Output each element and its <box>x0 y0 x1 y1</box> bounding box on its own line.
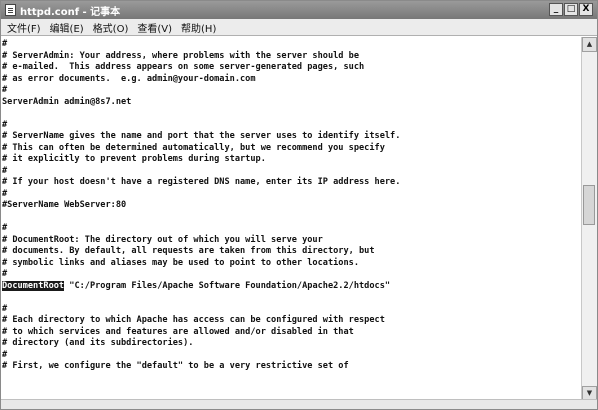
text-line <box>2 292 581 304</box>
text-line: # it explicitly to prevent problems duri… <box>2 154 266 164</box>
text-line: # ServerAdmin: Your address, where probl… <box>2 50 359 61</box>
scrollbar-thumb[interactable] <box>583 185 595 225</box>
text-line: # directory (and its subdirectories). <box>2 338 194 348</box>
line-rest: "C:/Program Files/Apache Software Founda… <box>64 280 391 291</box>
text-line: # <box>2 223 8 233</box>
text-line: # symbolic links and aliases may be used… <box>2 257 359 268</box>
text-line: # <box>2 165 8 176</box>
selected-text[interactable]: DocumentRoot <box>2 280 65 291</box>
text-line: # <box>2 188 8 199</box>
text-line: # ServerName gives the name and port tha… <box>2 131 401 141</box>
minimize-button[interactable]: _ <box>549 3 563 16</box>
text-line: # <box>2 349 8 360</box>
text-line <box>2 212 581 224</box>
text-editor-area[interactable]: # # ServerAdmin: Your address, where prob… <box>1 37 581 401</box>
text-line: # If your host doesn't have a registered… <box>2 177 401 187</box>
text-line: # This can often be determined automatic… <box>2 142 385 153</box>
text-line: # to which services and features are all… <box>2 326 354 337</box>
window-title: httpd.conf - 记事本 <box>20 6 121 18</box>
text-line: # Each directory to which Apache has acc… <box>2 315 385 325</box>
menu-bar: 文件(F) 编辑(E) 格式(O) 查看(V) 帮助(H) <box>1 19 597 36</box>
vertical-scrollbar[interactable]: ▲ ▼ <box>581 37 597 401</box>
menu-view[interactable]: 查看(V) <box>137 20 172 35</box>
notepad-window: httpd.conf - 记事本 _ □ X 文件(F) 编辑(E) 格式(O)… <box>0 0 598 410</box>
text-lines: # # ServerAdmin: Your address, where prob… <box>1 37 581 373</box>
text-line: ServerAdmin admin@8s7.net <box>2 96 132 107</box>
title-bar[interactable]: httpd.conf - 记事本 _ □ X <box>1 1 597 19</box>
text-line: DocumentRoot "C:/Program Files/Apache So… <box>2 280 581 293</box>
text-line: # documents. By default, all requests ar… <box>2 246 375 256</box>
menu-help[interactable]: 帮助(H) <box>181 20 216 35</box>
notepad-icon <box>5 4 16 16</box>
text-line <box>2 108 581 120</box>
menu-format[interactable]: 格式(O) <box>93 20 129 35</box>
text-line: # DocumentRoot: The directory out of whi… <box>2 234 323 245</box>
horizontal-scrollbar[interactable] <box>1 399 597 409</box>
caption-buttons: _ □ X <box>549 3 593 16</box>
text-line: #ServerName WebServer:80 <box>2 200 127 210</box>
arrow-up-icon[interactable]: ▲ <box>582 37 597 52</box>
text-line: # e-mailed. This address appears on some… <box>2 62 365 72</box>
text-line: # <box>2 303 8 314</box>
text-line: # <box>2 269 8 279</box>
text-line: # <box>2 39 8 49</box>
text-line: # <box>2 85 8 95</box>
close-button[interactable]: X <box>579 3 593 16</box>
menu-file[interactable]: 文件(F) <box>7 20 41 35</box>
menu-edit[interactable]: 编辑(E) <box>50 20 84 35</box>
maximize-button[interactable]: □ <box>564 3 578 16</box>
text-line: # First, we configure the "default" to b… <box>2 361 349 371</box>
text-line: # <box>2 119 8 130</box>
text-line: # as error documents. e.g. admin@your-do… <box>2 73 256 84</box>
